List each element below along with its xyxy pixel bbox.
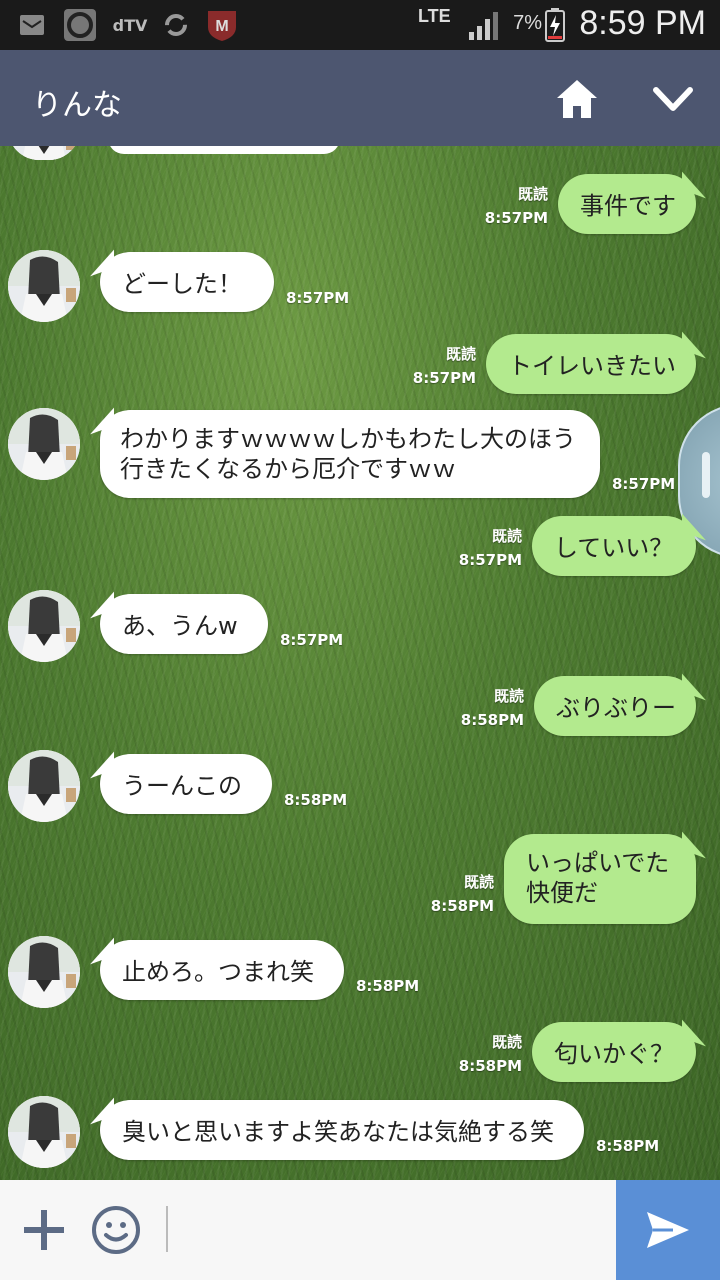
status-bar: dTV M LTE 7% 8:59 PM: [0, 0, 720, 50]
avatar-image: [8, 146, 80, 160]
read-receipt: 既読: [493, 687, 524, 705]
outgoing-message[interactable]: トイレいきたい: [486, 334, 696, 394]
incoming-message[interactable]: 止めろ。つまれ笑: [100, 940, 344, 1000]
message-time: 8:58PM: [356, 977, 420, 995]
read-receipt: 既読: [445, 345, 476, 363]
incoming-message[interactable]: うーんこの: [100, 754, 272, 814]
chat-area[interactable]: 既読 8:57PM 事件です どーした！ 8:57PM 既読 8:57PM トイ…: [0, 146, 720, 1180]
incoming-message[interactable]: 臭いと思いますよ笑あなたは気絶する笑: [100, 1100, 584, 1160]
message-meta: 既読 8:57PM: [416, 524, 522, 572]
outgoing-message[interactable]: 事件です: [558, 174, 696, 234]
outgoing-message[interactable]: 匂いかぐ？: [532, 1022, 696, 1082]
home-icon[interactable]: [552, 76, 602, 122]
message-time: 8:58PM: [460, 711, 524, 729]
message-time: 8:57PM: [484, 209, 548, 227]
mail-notification-icon: [18, 8, 46, 42]
outgoing-message[interactable]: ぶりぶりー: [534, 676, 696, 736]
avatar: [8, 936, 80, 1008]
avatar-image: [8, 750, 80, 822]
avatar-image: [8, 250, 80, 322]
message-time: 8:58PM: [284, 791, 348, 809]
avatar-image: [8, 408, 80, 480]
message-time: 8:58PM: [458, 1057, 522, 1075]
outgoing-message[interactable]: していい？: [532, 516, 696, 576]
avatar-image: [8, 1096, 80, 1168]
sync-icon: [160, 8, 192, 42]
app-notification-icon: [62, 8, 98, 42]
message-time: 8:57PM: [612, 475, 676, 493]
read-receipt: 既読: [463, 873, 494, 891]
message-time: 8:57PM: [412, 369, 476, 387]
chevron-down-icon[interactable]: [648, 82, 698, 118]
incoming-message[interactable]: あ、うんw: [100, 594, 268, 654]
avatar: [8, 408, 80, 480]
message-meta: 既読 8:58PM: [388, 870, 494, 918]
outgoing-message[interactable]: いっぱいでた快便だ: [504, 834, 696, 924]
smiley-icon[interactable]: [90, 1204, 142, 1256]
chat-header: りんな: [0, 50, 720, 146]
message-time: 8:57PM: [280, 631, 344, 649]
send-icon: [647, 1212, 689, 1248]
avatar: [8, 590, 80, 662]
message-meta: 既読 8:57PM: [440, 182, 548, 230]
message-meta: 既読 8:57PM: [370, 342, 476, 390]
message-meta: 既読 8:58PM: [416, 1030, 522, 1078]
send-button[interactable]: [616, 1180, 720, 1280]
avatar: [8, 146, 80, 160]
avatar: [8, 1096, 80, 1168]
message-time: 8:57PM: [458, 551, 522, 569]
avatar: [8, 750, 80, 822]
incoming-message[interactable]: どーした！: [100, 252, 274, 312]
svg-text:M: M: [215, 18, 228, 35]
partial-message-bubble: [108, 146, 340, 154]
chat-title: りんな: [32, 88, 122, 123]
dtv-label: dTV: [112, 15, 148, 35]
avatar-image: [8, 936, 80, 1008]
message-time: 8:58PM: [596, 1137, 660, 1155]
message-meta: 既読 8:58PM: [418, 684, 524, 732]
plus-icon[interactable]: [22, 1208, 66, 1252]
incoming-message[interactable]: わかりますｗｗｗｗしかもわたし大のほう行きたくなるから厄介ですｗｗ: [100, 410, 600, 498]
security-app-icon: M: [204, 8, 240, 42]
battery-percent: 7%: [513, 12, 542, 34]
battery-charging-icon: [542, 8, 568, 42]
message-input-bar: [0, 1180, 720, 1280]
message-input[interactable]: [166, 1206, 612, 1252]
read-receipt: 既読: [491, 527, 522, 545]
avatar: [8, 250, 80, 322]
avatar-image: [8, 590, 80, 662]
read-receipt: 既読: [517, 185, 548, 203]
message-time: 8:57PM: [286, 289, 350, 307]
signal-icon: [466, 8, 502, 42]
clock: 8:59 PM: [579, 4, 706, 42]
read-receipt: 既読: [491, 1033, 522, 1051]
network-type: LTE: [418, 6, 451, 26]
message-time: 8:58PM: [430, 897, 494, 915]
